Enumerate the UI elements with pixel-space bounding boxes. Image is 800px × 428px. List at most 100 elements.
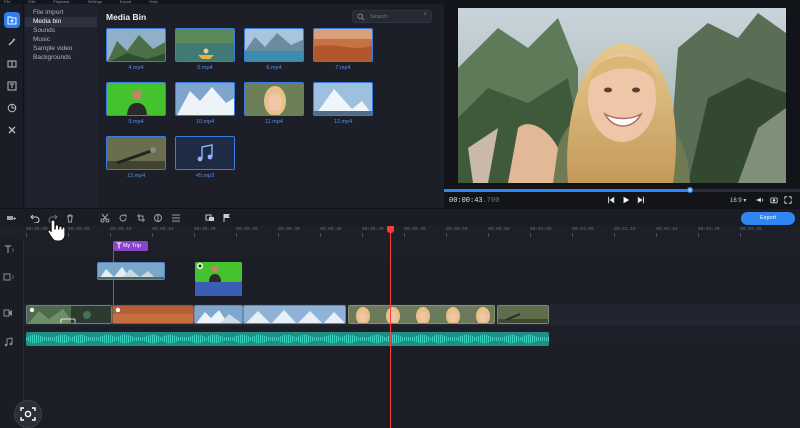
media-clip-lake[interactable]: 6.mp4 [244,28,304,71]
scissors-icon [100,213,110,223]
rail-titles-button[interactable] [4,78,20,94]
audio-track-icon [3,337,15,347]
media-clip-audio[interactable]: 45.mp3 [175,136,235,179]
media-clip-mountain[interactable]: 12.mp4 [313,82,373,125]
clear-search-icon[interactable]: × [423,12,427,18]
overlay-icon [205,214,214,221]
ruler-tick: 00:00:20 [194,227,216,237]
progress-fill [444,189,690,192]
timecode-ms: .700 [482,197,500,205]
clip-filename: 9.mp4 [128,119,144,125]
undo-button[interactable] [30,213,40,224]
preview-progress-bar[interactable] [444,187,800,193]
ruler-tick: 00:00:10 [110,227,132,237]
audio-clip-45[interactable] [26,332,549,346]
playhead-handle[interactable] [387,226,394,233]
color-adjust-button[interactable] [153,213,163,223]
ruler-tick: 00:00:50 [446,227,468,237]
time-ruler[interactable]: 00:00:00 00:00:05 00:00:10 00:00:15 00:00:20… [0,226,800,238]
rotate-button[interactable] [118,213,128,223]
media-bin-title: Media Bin [106,12,147,22]
track-headers [0,238,24,428]
video-clip-1-thumbnails [27,306,111,323]
ruler-tick: 00:01:05 [572,227,594,237]
category-list: File import Media bin Sounds Music Sampl… [25,4,97,208]
media-clip-selfie[interactable]: 11.mp4 [244,82,304,125]
color-adjust-icon [154,214,162,222]
rotate-icon [119,214,127,222]
overlay-clip-thumbnails [98,263,164,279]
preview-icons [756,196,792,204]
volume-icon[interactable] [756,196,764,204]
video-clip-1[interactable] [26,305,112,324]
magic-wand-icon [8,38,16,46]
clip-filename: 10.mp4 [195,119,215,125]
video-preview[interactable] [458,8,786,183]
aspect-ratio-select[interactable]: 16:9 ▾ [730,197,746,204]
search-icon [357,13,365,21]
media-clip-valley[interactable]: 4.mp4 [106,28,166,71]
clip-thumbnail [175,136,235,170]
clip-filename: 5.mp4 [197,65,213,71]
ruler-tick: 00:00:15 [152,227,174,237]
export-button[interactable]: Export [741,212,795,225]
marker-button[interactable] [222,213,232,223]
ruler-tick: 00:00:05 [68,227,90,237]
clip-thumbnail [106,136,166,170]
add-track-button[interactable] [6,213,16,223]
import-icon [7,16,17,25]
properties-icon [172,214,180,222]
media-clip-peaks[interactable]: 10.mp4 [175,82,235,125]
play-icon[interactable] [622,196,630,204]
clip-thumbnail [313,28,373,62]
overlay-clip-greenscreen-audio[interactable] [195,282,242,296]
media-clip-kayak[interactable]: 5.mp4 [175,28,235,71]
overlay-clip-greenscreen[interactable] [195,262,242,282]
tools-icon [8,126,16,134]
cut-button[interactable] [100,213,110,223]
media-clip-desert[interactable]: 7.mp4 [313,28,373,71]
ruler-tick: 00:00:25 [236,227,258,237]
media-overlay-button[interactable] [205,213,215,223]
rail-tools-button[interactable] [4,122,20,138]
fullscreen-icon[interactable] [784,196,792,204]
snapshot-icon[interactable] [770,196,778,204]
delete-button[interactable] [65,213,75,223]
video-clip-peaks-thumbnails [195,306,242,323]
progress-handle[interactable] [687,187,693,193]
rail-import-button[interactable] [4,12,20,28]
clip-filename: 4.mp4 [128,65,144,71]
video-clip-selfie[interactable] [348,305,495,324]
rail-stickers-button[interactable] [4,100,20,116]
clip-properties-button[interactable] [171,213,181,223]
video-clip-peaks[interactable] [194,305,243,324]
titles-icon [7,81,17,91]
stickers-icon [7,103,17,113]
rail-filters-button[interactable] [4,34,20,50]
video-clip-desert-thumbnails [113,306,193,323]
ruler-tick: 00:00:35 [320,227,342,237]
clip-filename: 45.mp3 [195,173,215,179]
media-search[interactable]: × [352,10,432,23]
crop-button[interactable] [136,213,146,223]
video-track-icon [3,308,15,318]
search-input[interactable] [370,12,422,22]
rail-transitions-button[interactable] [4,56,20,72]
next-frame-icon[interactable] [637,196,645,204]
screen-capture-button[interactable] [14,400,42,428]
playhead[interactable] [390,226,391,428]
crop-icon [137,214,145,222]
ruler-tick: 00:00:40 [362,227,384,237]
previous-frame-icon[interactable] [607,196,615,204]
video-clip-desert[interactable] [112,305,194,324]
category-backgrounds[interactable]: Backgrounds [25,53,97,63]
clip-filename: 7.mp4 [335,65,351,71]
media-clip-camp[interactable]: 13.mp4 [106,136,166,179]
video-clip-camp[interactable] [497,305,549,324]
overlay-clip-mountains[interactable] [97,262,165,280]
clip-thumbnail [313,82,373,116]
media-clip-greenscreen[interactable]: 9.mp4 [106,82,166,125]
title-icon [116,242,122,249]
video-clip-camp-thumbnails [498,306,548,323]
video-clip-mountain[interactable] [243,305,346,324]
